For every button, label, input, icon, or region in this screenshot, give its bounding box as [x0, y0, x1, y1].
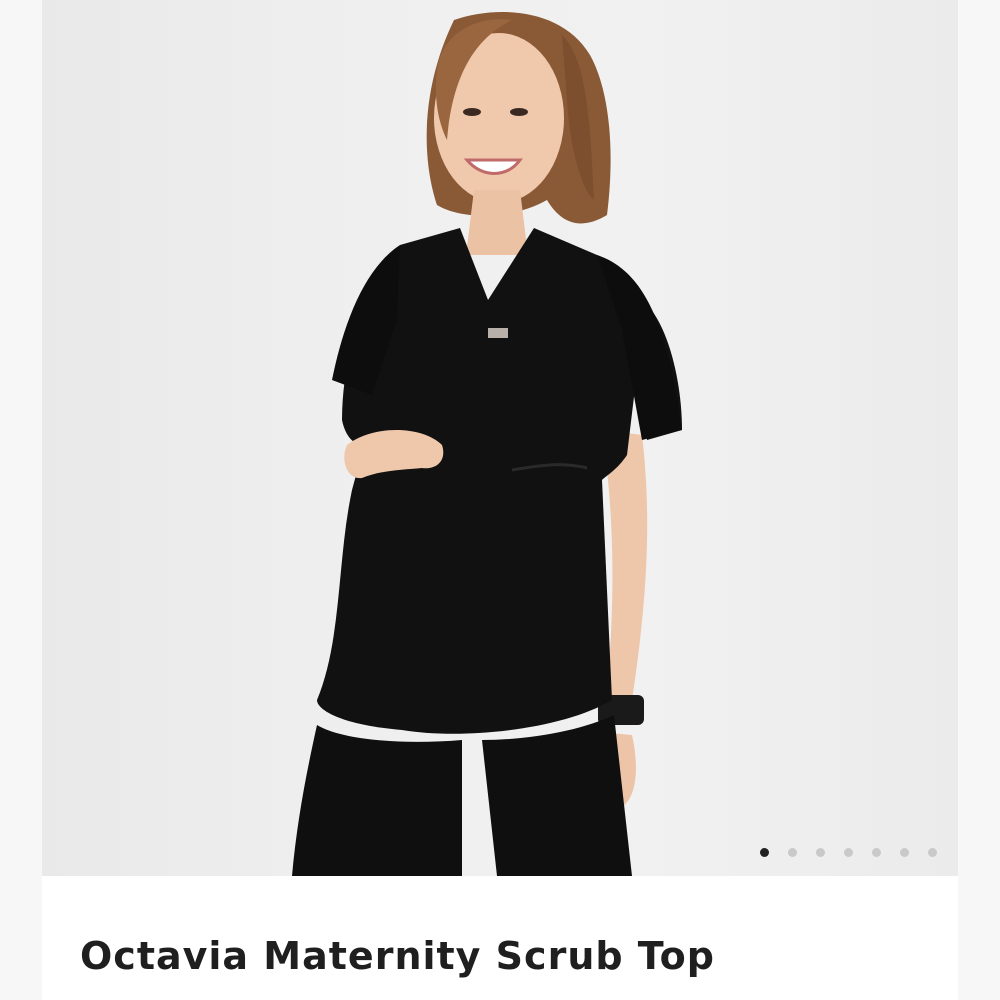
model-illustration — [292, 11, 682, 876]
product-title: Octavia Maternity Scrub Top — [80, 934, 715, 978]
carousel-dot-6[interactable] — [900, 847, 909, 857]
carousel-dot-2[interactable] — [788, 847, 797, 857]
carousel-dot-1[interactable] — [760, 847, 769, 857]
carousel-dot-5[interactable] — [872, 847, 881, 857]
carousel-dot-4[interactable] — [844, 847, 853, 857]
left-margin — [0, 0, 42, 1000]
carousel-dot-3[interactable] — [816, 847, 825, 857]
carousel-dot-7[interactable] — [928, 847, 937, 857]
product-image[interactable] — [42, 0, 958, 876]
product-page: Octavia Maternity Scrub Top — [0, 0, 1000, 1000]
right-margin — [958, 0, 1000, 1000]
product-info: Octavia Maternity Scrub Top — [42, 876, 958, 1000]
carousel-dots — [760, 846, 950, 858]
